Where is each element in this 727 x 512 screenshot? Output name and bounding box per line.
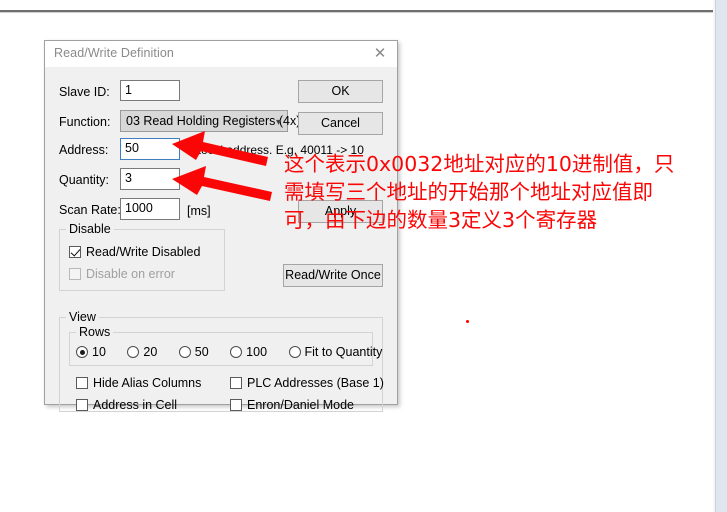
dialog-title: Read/Write Definition: [54, 46, 174, 60]
cancel-button[interactable]: Cancel: [298, 112, 383, 135]
rows-radio-20[interactable]: 20: [127, 345, 157, 359]
annotation-text: 这个表示0x0032地址对应的10进制值，只 需填写三个地址的开始那个地址对应值…: [284, 150, 722, 234]
radio-icon: [178, 346, 191, 358]
annotation-line-2: 需填写三个地址的开始那个地址对应值即: [284, 180, 653, 204]
rows-radio-100[interactable]: 100: [230, 345, 267, 359]
dialog-titlebar[interactable]: Read/Write Definition ✕: [45, 41, 397, 68]
rows-radio-group: 10 20 50 100 Fit to Quantity: [76, 345, 382, 359]
scan-rate-label: Scan Rate:: [59, 203, 121, 217]
disable-on-error-checkbox: Disable on error: [69, 267, 175, 281]
read-write-once-button[interactable]: Read/Write Once: [283, 264, 383, 287]
function-select[interactable]: 03 Read Holding Registers (4x) ▾: [120, 110, 300, 132]
rows-group-title: Rows: [76, 325, 114, 339]
rows-radio-50-label: 50: [194, 345, 209, 359]
stray-red-dot-mark: [466, 320, 469, 323]
scan-rate-input[interactable]: 1000: [120, 198, 180, 220]
rows-radio-50[interactable]: 50: [178, 345, 209, 359]
checkbox-icon: [76, 377, 88, 389]
address-in-cell-label: Address in Cell: [93, 398, 178, 412]
annotation-line-1: 这个表示0x0032地址对应的10进制值，只: [284, 152, 675, 176]
slave-id-input[interactable]: 1: [120, 80, 180, 101]
right-scrollbar-track[interactable]: [715, 0, 727, 512]
checkbox-icon-checked: [69, 246, 81, 258]
disable-group: Disable: [59, 222, 225, 291]
enron-daniel-mode-checkbox[interactable]: Enron/Daniel Mode: [230, 398, 354, 412]
radio-icon: [230, 346, 243, 358]
rows-radio-100-label: 100: [246, 345, 268, 359]
checkbox-icon-disabled: [69, 268, 81, 280]
page-root: Read/Write Definition ✕ Slave ID: 1 Func…: [0, 0, 727, 512]
rows-radio-10-label: 10: [92, 345, 106, 359]
function-label: Function:: [59, 115, 111, 129]
chevron-down-icon: ▾: [275, 117, 281, 128]
view-group-title: View: [66, 310, 99, 324]
dialog-body: Slave ID: 1 Function: 03 Read Holding Re…: [45, 67, 397, 412]
rows-radio-20-label: 20: [143, 345, 158, 359]
rows-radio-fit-to-quantity[interactable]: Fit to Quantity: [288, 345, 383, 359]
read-write-disabled-label: Read/Write Disabled: [86, 245, 201, 259]
radio-icon: [127, 346, 140, 358]
radio-icon: [288, 346, 301, 358]
scan-rate-unit-label: [ms]: [187, 204, 211, 218]
checkbox-icon: [230, 377, 242, 389]
quantity-input[interactable]: 3: [120, 168, 180, 190]
address-input[interactable]: 50: [120, 138, 180, 160]
enron-daniel-mode-label: Enron/Daniel Mode: [247, 398, 355, 412]
rows-radio-fit-label: Fit to Quantity: [304, 345, 383, 359]
hide-alias-columns-label: Hide Alias Columns: [93, 376, 202, 390]
address-label: Address:: [59, 143, 109, 157]
slave-id-label: Slave ID:: [59, 85, 110, 99]
annotation-line-3: 可，由下边的数量3定义3个寄存器: [284, 208, 598, 232]
plc-addresses-label: PLC Addresses (Base 1): [247, 376, 384, 390]
hide-alias-columns-checkbox[interactable]: Hide Alias Columns: [76, 376, 201, 390]
disable-on-error-label: Disable on error: [86, 267, 175, 281]
plc-addresses-checkbox[interactable]: PLC Addresses (Base 1): [230, 376, 384, 390]
close-icon[interactable]: ✕: [367, 44, 393, 64]
function-select-value: 03 Read Holding Registers (4x): [126, 114, 301, 128]
rows-radio-10[interactable]: 10: [76, 345, 106, 359]
radio-icon-selected: [76, 346, 88, 358]
top-divider-rule-light: [0, 12, 716, 13]
quantity-label: Quantity:: [59, 173, 110, 187]
ok-button[interactable]: OK: [298, 80, 383, 103]
checkbox-icon: [76, 399, 88, 411]
checkbox-icon: [230, 399, 242, 411]
disable-group-title: Disable: [66, 222, 114, 236]
address-in-cell-checkbox[interactable]: Address in Cell: [76, 398, 177, 412]
read-write-disabled-checkbox[interactable]: Read/Write Disabled: [69, 245, 200, 259]
